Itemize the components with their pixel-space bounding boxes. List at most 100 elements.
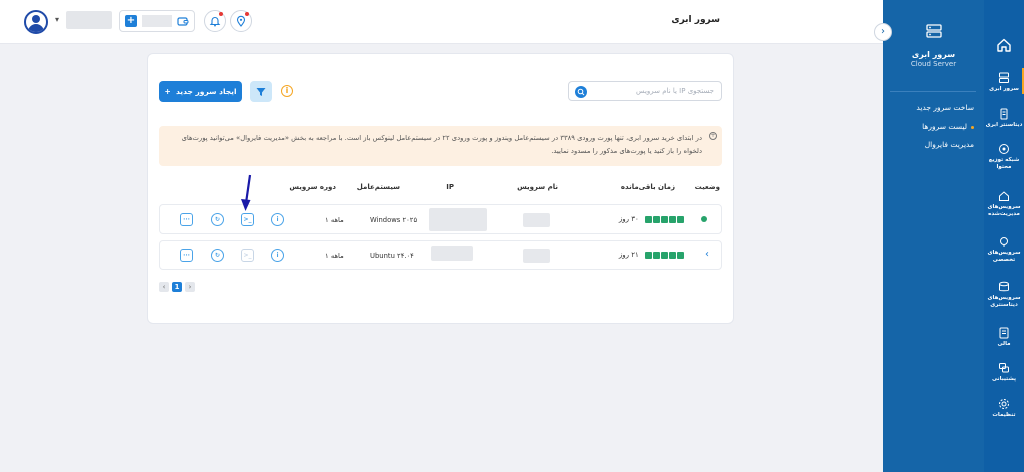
filter-button[interactable] bbox=[250, 81, 272, 102]
sidebar-item-cdn[interactable]: شبکه توزیع محتوا bbox=[984, 143, 1024, 171]
notice-text: در ابتدای خرید سرور ابری، تنها پورت ورود… bbox=[181, 134, 702, 155]
wallet-icon bbox=[177, 17, 189, 26]
plus-icon: + bbox=[164, 87, 171, 96]
notice-icon: + bbox=[709, 132, 717, 140]
sidebar-item-datacenter-services[interactable]: سرویس‌های دیتاسنتری bbox=[984, 281, 1024, 309]
announcement-badge bbox=[245, 12, 249, 16]
sidebar-item-special-services[interactable]: سرویس‌های تخصصی bbox=[984, 236, 1024, 264]
cloud-server-icon bbox=[925, 24, 942, 38]
console-button[interactable]: >_ bbox=[241, 213, 254, 226]
service-name-redacted bbox=[523, 213, 550, 227]
header-service-name: نام سرویس bbox=[517, 183, 558, 191]
period-value: ۱ ماهه bbox=[325, 216, 344, 224]
remaining-block bbox=[677, 215, 684, 223]
header-os: سیستم‌عامل bbox=[356, 183, 400, 191]
page-title: سرور ابری bbox=[671, 15, 720, 25]
wallet-widget[interactable]: + bbox=[119, 10, 195, 32]
submenu-firewall[interactable]: مدیریت فایروال bbox=[925, 140, 974, 149]
datacenter-services-icon bbox=[999, 281, 1009, 292]
support-icon bbox=[999, 363, 1009, 373]
create-server-button[interactable]: + ایجاد سرور جدید bbox=[159, 81, 242, 102]
status-active-indicator bbox=[701, 216, 707, 222]
bell-icon bbox=[209, 17, 221, 27]
sidebar-item-cloud-server[interactable]: سرور ابری bbox=[984, 68, 1024, 94]
console-icon: >_ bbox=[243, 216, 252, 223]
submenu-panel bbox=[883, 0, 984, 472]
console-icon: >_ bbox=[243, 252, 252, 259]
remaining-block bbox=[645, 215, 652, 223]
special-services-icon bbox=[1000, 237, 1008, 247]
restart-button[interactable]: ↻ bbox=[211, 213, 224, 226]
search-input[interactable]: جستجوی IP یا نام سرویس bbox=[568, 81, 722, 101]
table-row[interactable]: ‹ ۲۱ روز Ubuntu ۲۴.۰۴ ۱ ماهه i >_ ↻ ··· bbox=[159, 240, 722, 270]
user-name-redacted[interactable] bbox=[66, 11, 112, 29]
console-button[interactable]: >_ bbox=[241, 249, 254, 262]
location-pin-icon bbox=[236, 15, 246, 27]
cdn-icon bbox=[999, 144, 1009, 154]
more-icon: ··· bbox=[183, 252, 190, 259]
header-remaining: زمان باقی‌مانده bbox=[620, 183, 675, 191]
next-page-button[interactable]: › bbox=[185, 282, 195, 292]
restart-button[interactable]: ↻ bbox=[211, 249, 224, 262]
remaining-time: ۲۱ روز bbox=[619, 251, 684, 259]
sidebar-item-managed-services[interactable]: سرویس‌های مدیریت‌شده bbox=[984, 190, 1024, 218]
submenu-server-list[interactable]: لیست سرورها bbox=[922, 122, 974, 131]
notifications-button[interactable] bbox=[204, 10, 226, 32]
chevron-left-icon[interactable]: ‹ bbox=[705, 249, 709, 260]
remaining-block bbox=[677, 251, 684, 259]
managed-services-icon bbox=[999, 191, 1009, 201]
annotation-arrow-icon bbox=[241, 174, 252, 211]
info-icon: i bbox=[276, 252, 279, 259]
server-list-card: جستجوی IP یا نام سرویس + ایجاد سرور جدید… bbox=[147, 53, 734, 324]
submenu-title: سرور ابری bbox=[911, 50, 956, 59]
remaining-block bbox=[669, 215, 676, 223]
remaining-block bbox=[645, 251, 652, 259]
header-status: وضعیت bbox=[694, 183, 720, 191]
header-period: دوره سرویس bbox=[289, 183, 336, 191]
user-avatar[interactable] bbox=[24, 10, 48, 34]
finance-icon bbox=[999, 327, 1009, 339]
remaining-block bbox=[661, 251, 668, 259]
search-icon bbox=[577, 88, 585, 96]
filter-icon bbox=[256, 87, 266, 96]
service-name-redacted bbox=[523, 249, 550, 263]
server-info-button[interactable]: i bbox=[271, 249, 284, 262]
remaining-block bbox=[653, 215, 660, 223]
sidebar-item-finance[interactable]: مالی bbox=[984, 327, 1024, 348]
os-value: Ubuntu ۲۴.۰۴ bbox=[370, 252, 414, 260]
prev-page-button[interactable]: ‹ bbox=[159, 282, 169, 292]
sidebar-item-settings[interactable]: تنظیمات bbox=[984, 398, 1024, 419]
settings-icon bbox=[999, 399, 1009, 409]
add-credit-button[interactable]: + bbox=[125, 15, 137, 27]
more-icon: ··· bbox=[183, 216, 190, 223]
remaining-time: ۳۰ روز bbox=[619, 215, 684, 223]
sidebar-item-cloud-datacenter[interactable]: دیتاسنتر ابری bbox=[984, 108, 1024, 129]
server-icon bbox=[999, 72, 1009, 83]
ip-redacted bbox=[429, 208, 487, 231]
page-1-button[interactable]: 1 bbox=[172, 282, 182, 292]
search-button[interactable] bbox=[575, 86, 587, 98]
period-value: ۱ ماهه bbox=[325, 252, 344, 260]
top-bar: ▾ + سرور ابری bbox=[0, 0, 885, 44]
more-options-button[interactable]: ··· bbox=[180, 213, 193, 226]
firewall-notice: + در ابتدای خرید سرور ابری، تنها پورت ور… bbox=[159, 126, 722, 166]
remaining-block bbox=[669, 251, 676, 259]
more-options-button[interactable]: ··· bbox=[180, 249, 193, 262]
remaining-block bbox=[661, 215, 668, 223]
wallet-balance-redacted bbox=[142, 15, 172, 27]
chevron-down-icon[interactable]: ▾ bbox=[55, 15, 59, 24]
server-info-button[interactable]: i bbox=[271, 213, 284, 226]
info-icon[interactable]: i bbox=[281, 85, 293, 97]
home-icon[interactable] bbox=[996, 37, 1012, 53]
ip-redacted bbox=[431, 246, 473, 261]
submenu-subtitle: Cloud Server bbox=[910, 60, 957, 68]
remaining-block bbox=[653, 251, 660, 259]
refresh-icon: ↻ bbox=[214, 216, 221, 223]
sidebar-item-support[interactable]: پشتیبانی bbox=[984, 362, 1024, 383]
active-bullet bbox=[971, 125, 974, 129]
submenu-divider bbox=[890, 91, 976, 92]
announcements-button[interactable] bbox=[230, 10, 252, 32]
submenu-create-server[interactable]: ساخت سرور جدید bbox=[916, 103, 974, 112]
notification-badge bbox=[219, 12, 223, 16]
os-value: Windows ۲۰۲۵ bbox=[370, 216, 418, 224]
